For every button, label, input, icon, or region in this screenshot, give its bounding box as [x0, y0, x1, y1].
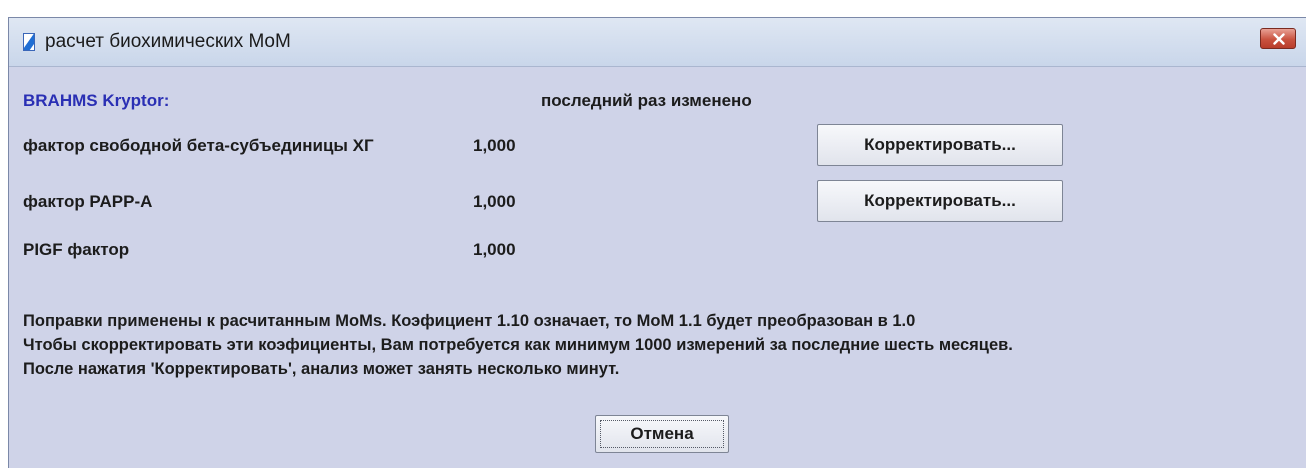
factor-value-free-beta-hcg: 1,000 [473, 136, 516, 155]
factor-value-papp-a: 1,000 [473, 192, 516, 211]
app-document-icon [23, 33, 35, 51]
factor-label-free-beta-hcg: фактор свободной бета-субъединицы ХГ [23, 136, 374, 155]
info-text-line: После нажатия 'Корректировать', анализ м… [23, 360, 620, 378]
correct-papp-a-button[interactable]: Корректировать... [817, 180, 1063, 222]
info-text-line: Чтобы скорректировать эти коэфициенты, В… [23, 336, 1013, 354]
factor-label-papp-a: фактор PAPP-A [23, 192, 153, 211]
mom-calculation-dialog: расчет биохимических MoM BRAHMS Kryptor:… [8, 17, 1306, 468]
factor-label-pigf: PIGF фактор [23, 240, 130, 259]
brand-label: BRAHMS Kryptor: [23, 91, 170, 110]
focus-ring [600, 420, 724, 448]
window-title: расчет биохимических MoM [45, 31, 291, 52]
close-button[interactable] [1260, 28, 1296, 49]
correct-free-beta-hcg-button[interactable]: Корректировать... [817, 124, 1063, 166]
title-bar[interactable]: расчет биохимических MoM [9, 18, 1306, 67]
last-changed-label: последний раз изменено [541, 91, 752, 110]
info-text-line: Поправки применены к расчитанным MoMs. К… [23, 312, 916, 330]
factor-value-pigf: 1,000 [473, 240, 516, 259]
cancel-button[interactable]: Отмена [595, 415, 729, 453]
close-icon [1273, 33, 1285, 45]
